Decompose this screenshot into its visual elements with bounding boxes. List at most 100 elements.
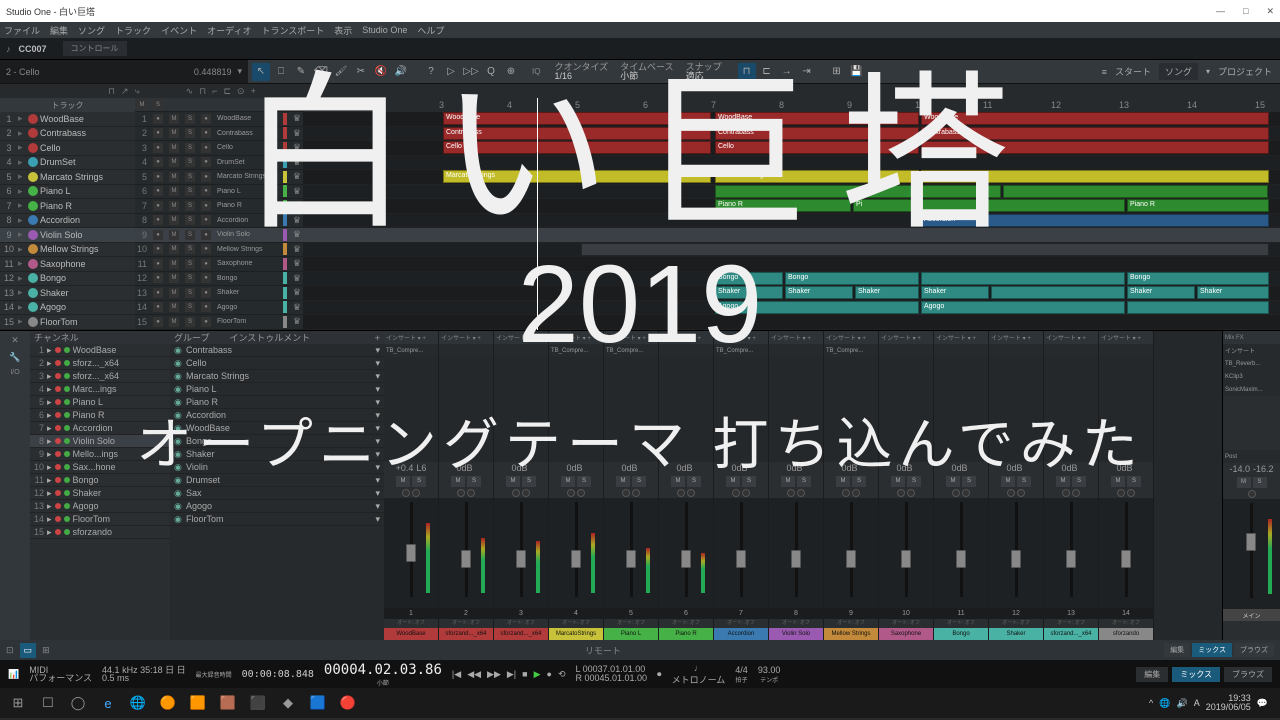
control-label[interactable]: コントロール [63, 41, 127, 56]
clip[interactable]: Bongo [785, 272, 919, 285]
track-header[interactable]: 4●MS●DrumSet♛ [135, 156, 303, 171]
insert-label[interactable]: インサート ▾ + [659, 331, 713, 344]
ch-name[interactable]: sforzand..._x64 [494, 628, 548, 640]
ch-solo[interactable]: S [907, 476, 921, 487]
start-menu-icon[interactable]: ⊞ [4, 690, 32, 716]
ch-mute[interactable]: M [1001, 476, 1015, 487]
clip[interactable]: Contrabass [715, 127, 919, 140]
ch-pan-knob[interactable] [402, 489, 410, 497]
track-header[interactable]: 12●MS●Bongo♛ [135, 272, 303, 287]
track-row[interactable]: 12▸Bongo [0, 272, 135, 287]
clip[interactable] [581, 243, 1269, 256]
ch-pan-knob[interactable] [952, 489, 960, 497]
remote-label[interactable]: リモート [585, 644, 621, 657]
automation-icon[interactable]: ⊓ [108, 86, 115, 97]
global-mute[interactable]: M [137, 100, 147, 110]
ch-name[interactable]: Violin Solo [769, 628, 823, 640]
save-icon[interactable]: 💾 [848, 63, 866, 81]
mix-channel-row[interactable]: 4▸Marc...ings [30, 383, 170, 396]
ch-fader[interactable] [1011, 550, 1021, 568]
track-row[interactable]: 11▸Saxophone [0, 257, 135, 272]
ch-solo[interactable]: S [1017, 476, 1031, 487]
cortana-icon[interactable]: ◯ [64, 690, 92, 716]
ch-fader[interactable] [626, 550, 636, 568]
menu-トランスポート[interactable]: トランスポート [261, 24, 324, 37]
clip[interactable] [1003, 185, 1268, 198]
clip[interactable]: WoodBase [921, 112, 1269, 125]
ch-mute[interactable]: M [891, 476, 905, 487]
insert-slot[interactable] [934, 344, 988, 357]
mix-channel-row[interactable]: 10▸Sax...hone [30, 461, 170, 474]
track-row[interactable]: 7▸Piano R [0, 199, 135, 214]
ch-name[interactable]: MarcatoStrings [549, 628, 603, 640]
app-icon-3[interactable]: 🟫 [214, 690, 242, 716]
ch-name[interactable]: Mellow Strings [824, 628, 878, 640]
clip[interactable]: Piano R [715, 199, 851, 212]
ch-name[interactable]: Bongo [934, 628, 988, 640]
clip[interactable]: Shaker [921, 286, 989, 299]
ch-mute[interactable]: M [396, 476, 410, 487]
close-icon[interactable]: ✕ [1266, 6, 1274, 17]
ch-fader[interactable] [1066, 550, 1076, 568]
insert-slot[interactable]: TB_Compre... [384, 344, 438, 357]
ch-mute[interactable]: M [946, 476, 960, 487]
clip[interactable]: Accordion [921, 214, 1269, 227]
global-solo[interactable]: S [153, 100, 163, 110]
clip[interactable]: Agogo [715, 301, 919, 314]
ch-solo[interactable]: S [742, 476, 756, 487]
track-row[interactable]: 1▸WoodBase [0, 112, 135, 127]
instrument-row[interactable]: ◉Piano R▾ [170, 396, 384, 409]
browse-view-button[interactable]: ブラウズ [1224, 667, 1272, 682]
perf-icon[interactable]: 📊 [8, 669, 19, 680]
arrange-view[interactable]: 123456789101112131415 WoodBaseWoodBaseWo… [303, 98, 1280, 330]
mixfx-slot[interactable]: TB_Reverb... [1223, 357, 1280, 370]
instrument-row[interactable]: ◉Marcato Strings▾ [170, 370, 384, 383]
instrument-row[interactable]: ◉Contrabass▾ [170, 344, 384, 357]
insert-label[interactable]: インサート ▾ + [989, 331, 1043, 344]
timeline-ruler[interactable]: 123456789101112131415 [303, 98, 1280, 112]
mixfx-slot[interactable]: SonicMaxim... [1223, 383, 1280, 396]
tray-up-icon[interactable]: ^ [1149, 698, 1153, 708]
ch-pan-knob[interactable] [677, 489, 685, 497]
ch-solo[interactable]: S [632, 476, 646, 487]
insert-slot[interactable] [659, 344, 713, 357]
mix-channel-row[interactable]: 9▸Mello...ings [30, 448, 170, 461]
play-double-icon[interactable]: ▷▷ [462, 63, 480, 81]
app-icon-4[interactable]: ⬛ [244, 690, 272, 716]
master-solo[interactable]: S [1253, 477, 1267, 488]
instrument-row[interactable]: ◉Violin▾ [170, 461, 384, 474]
clip[interactable] [921, 272, 1125, 285]
mixer-wrench-icon[interactable]: 🔧 [9, 352, 20, 363]
ch-solo[interactable]: S [1072, 476, 1086, 487]
insert-slot[interactable] [989, 344, 1043, 357]
ch-mute[interactable]: M [836, 476, 850, 487]
insert-slot[interactable]: TB_Compre... [604, 344, 658, 357]
ch-mute[interactable]: M [726, 476, 740, 487]
mix-channel-row[interactable]: 7▸Accordion [30, 422, 170, 435]
mix-channel-row[interactable]: 14▸FloorTom [30, 513, 170, 526]
edit-pane-button[interactable]: 編集 [1164, 643, 1190, 657]
master-mute[interactable]: M [1237, 477, 1251, 488]
paint-tool[interactable]: 🖌 [332, 63, 350, 81]
loop-button[interactable]: ⟲ [558, 669, 566, 680]
ch-mute[interactable]: M [781, 476, 795, 487]
small-icon-1[interactable]: ⊡ [6, 645, 14, 656]
forward-button[interactable]: ▶▶ [487, 669, 501, 680]
snap-toggle[interactable]: ⊓ [738, 63, 756, 81]
ch-fader[interactable] [461, 550, 471, 568]
small-icon-3[interactable]: ⊞ [42, 645, 50, 656]
stop-button[interactable]: ■ [522, 669, 527, 680]
instrument-row[interactable]: ◉Agogo▾ [170, 500, 384, 513]
clip[interactable]: Pi [853, 199, 919, 212]
start-button[interactable]: スタート [1115, 65, 1151, 78]
instrument-row[interactable]: ◉WoodBase▾ [170, 422, 384, 435]
snap-mode-2[interactable]: → [778, 63, 796, 81]
quantize-icon[interactable]: Q [482, 63, 500, 81]
insert-slot[interactable] [1044, 344, 1098, 357]
clip[interactable] [921, 185, 1001, 198]
split-tool[interactable]: ✂ [352, 63, 370, 81]
ch-mute[interactable]: M [506, 476, 520, 487]
insert-slot[interactable] [769, 344, 823, 357]
clip[interactable]: WoodBase [715, 112, 919, 125]
insert-label[interactable]: インサート ▾ + [1044, 331, 1098, 344]
